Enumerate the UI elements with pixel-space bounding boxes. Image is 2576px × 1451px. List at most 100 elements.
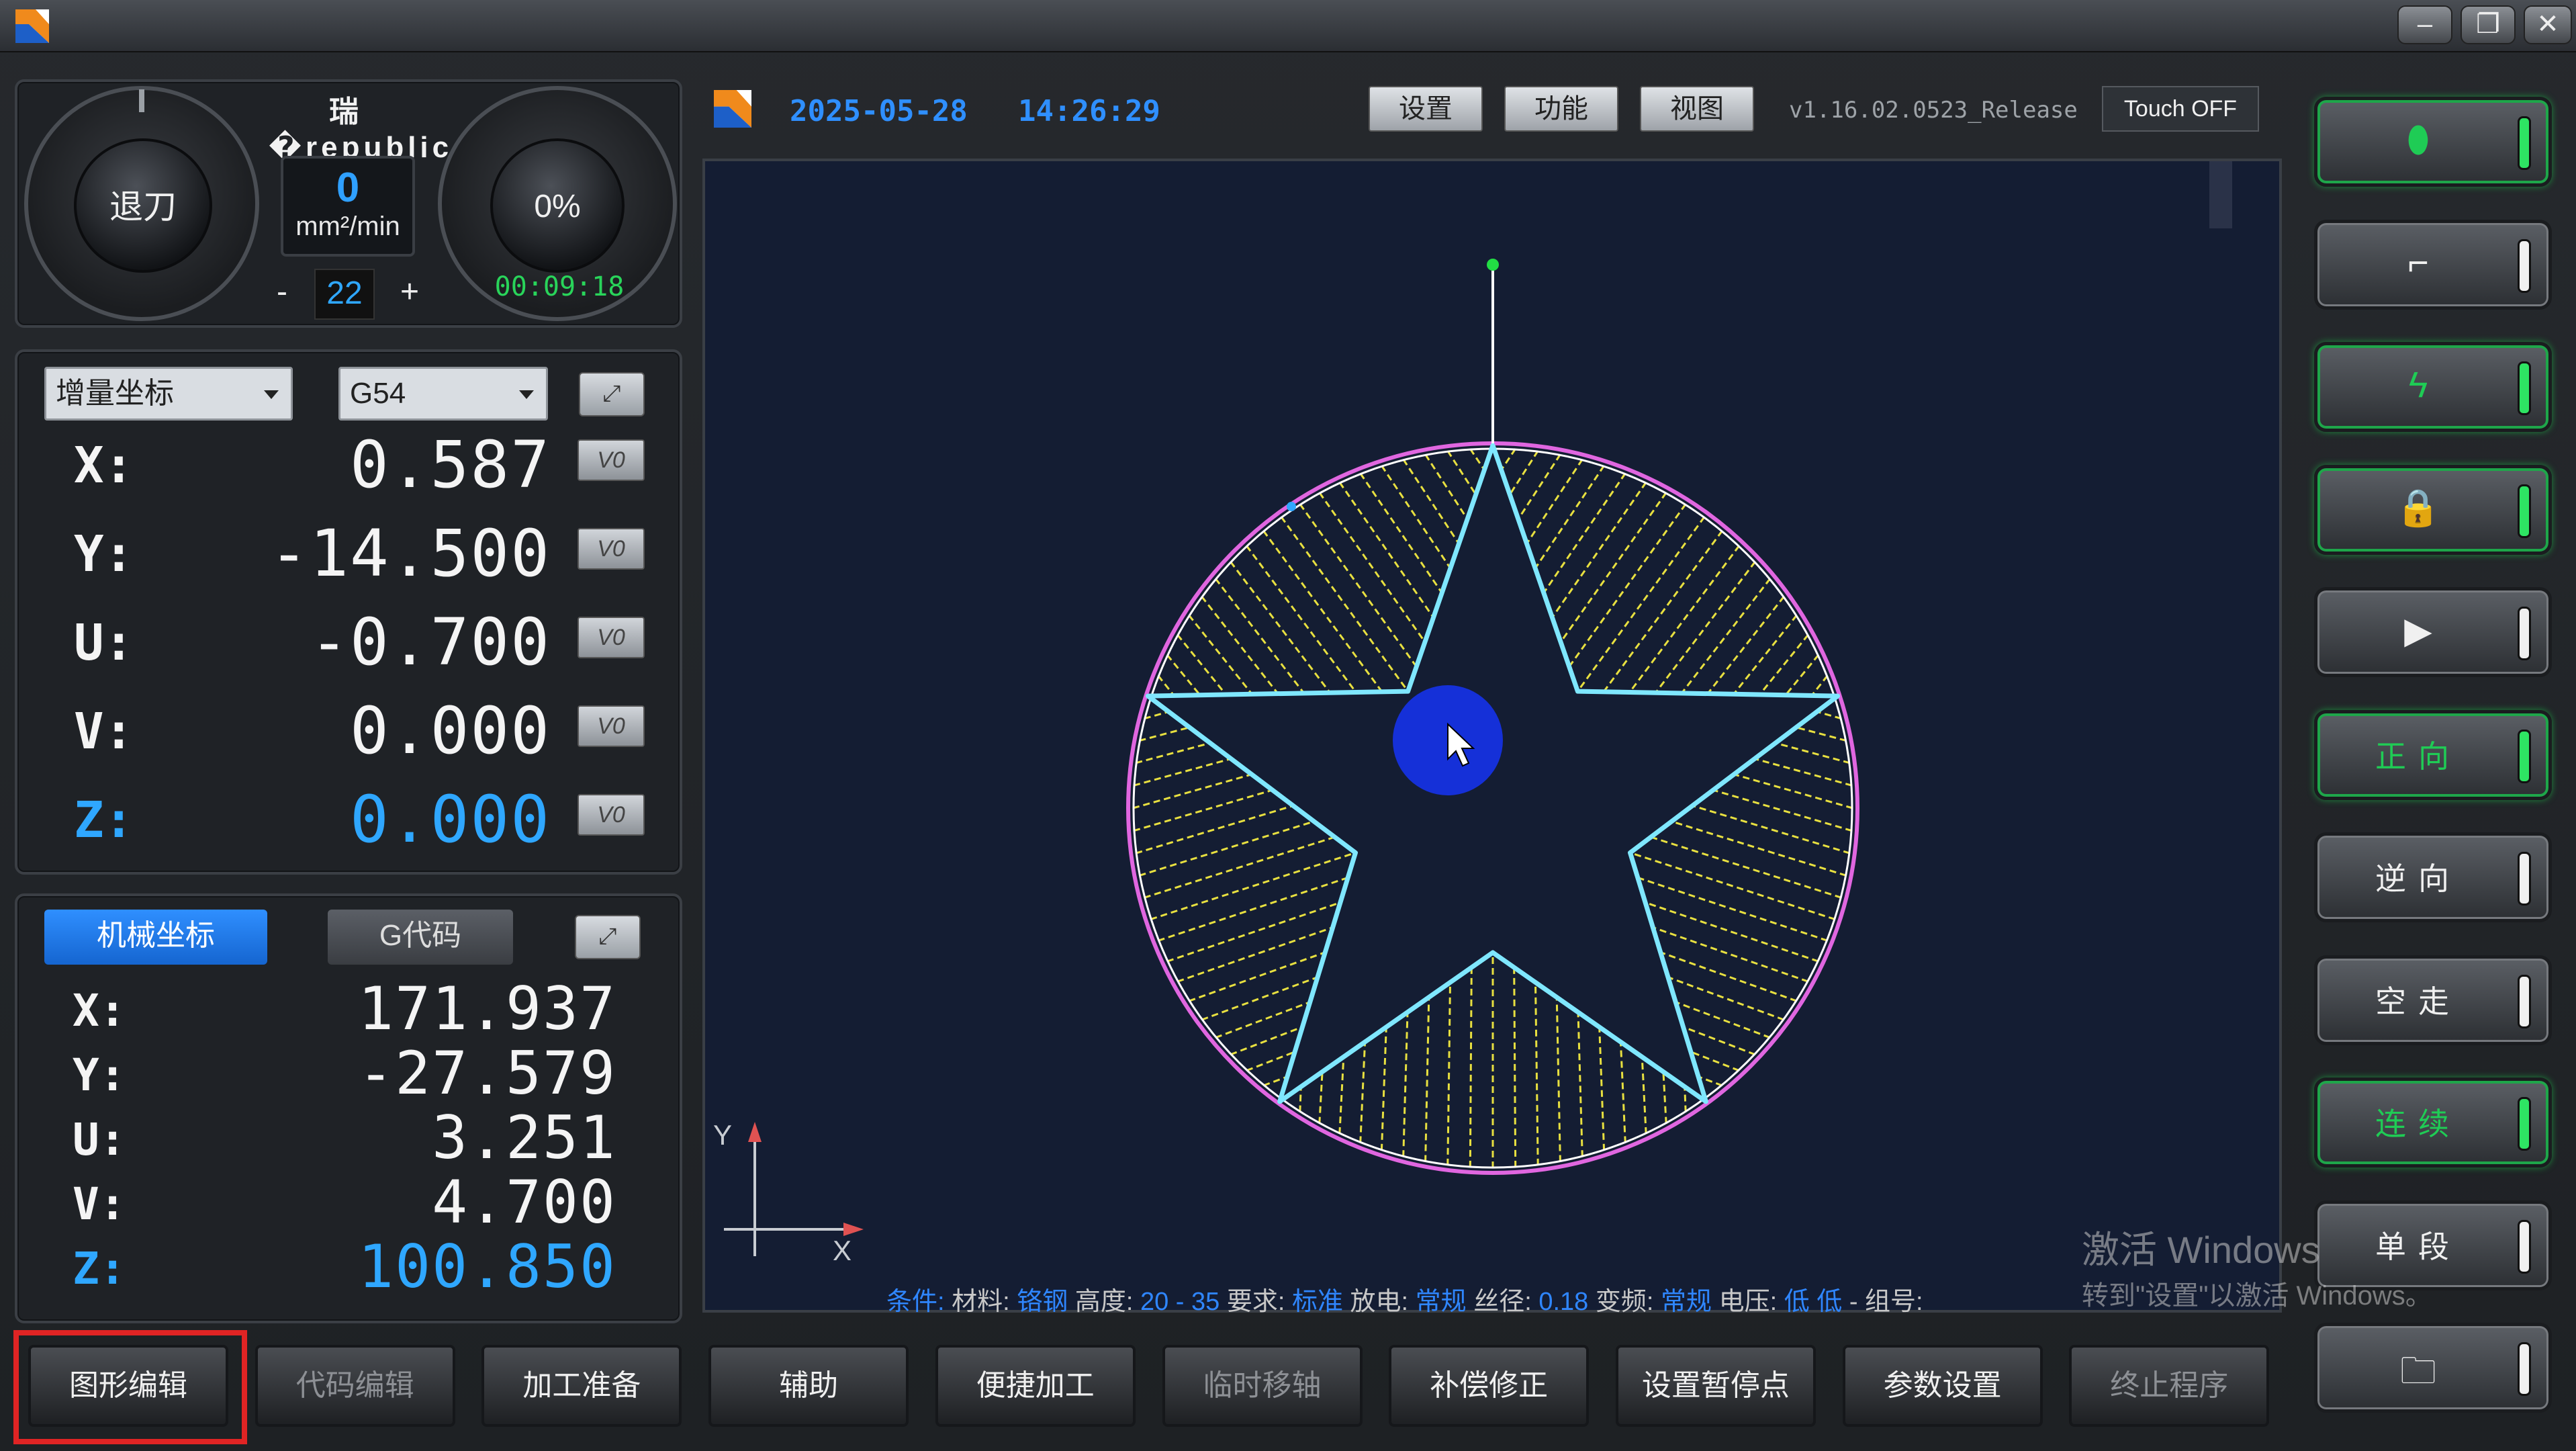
hatch-line	[1775, 742, 1851, 764]
circle-contour	[1126, 441, 1859, 1175]
menu-function-button[interactable]: 功能	[1504, 86, 1618, 132]
mach-axis-label: Y:	[73, 1049, 126, 1101]
step-plus-button[interactable]: +	[389, 269, 430, 320]
hatch-line	[1655, 561, 1756, 694]
side-toggle-button[interactable]: ▶	[2314, 587, 2552, 677]
axis-x-label: X	[833, 1235, 852, 1266]
hatch-line	[1166, 654, 1201, 696]
mach-axis-value: 171.937	[358, 974, 616, 1043]
toolpath-canvas[interactable]	[702, 159, 2282, 1313]
pump-icon: ⬮	[2407, 120, 2430, 160]
hatch-line	[1201, 976, 1318, 1021]
hatch-line	[1671, 820, 1847, 877]
expand-icon[interactable]: ⤢	[575, 915, 641, 959]
zero-axis-button[interactable]: V0	[578, 617, 645, 658]
rel-axis-label: Z:	[74, 791, 134, 849]
minimize-button[interactable]: –	[2397, 5, 2452, 44]
tab-gcode[interactable]: G代码	[328, 910, 513, 965]
hatch-line	[1500, 448, 1516, 471]
touch-toggle-button[interactable]: Touch OFF	[2102, 86, 2259, 132]
side-button-label: 连续	[2375, 1106, 2461, 1141]
mach-axis-value: -27.579	[358, 1039, 616, 1108]
expand-icon[interactable]: ⤢	[579, 372, 645, 416]
hatch-line	[1469, 967, 1473, 1168]
menu-settings-button[interactable]: 设置	[1369, 86, 1483, 132]
bottom-button[interactable]: 终止程序	[2069, 1345, 2270, 1427]
bottom-button[interactable]: 设置暂停点	[1615, 1345, 1816, 1427]
toggle-indicator	[2518, 1219, 2531, 1274]
canvas-scrollbar[interactable]	[2209, 161, 2232, 228]
hatch-line	[1534, 465, 1605, 569]
rel-axis-value: -0.700	[310, 605, 551, 680]
hatch-line	[1245, 545, 1357, 693]
retract-knob[interactable]: 退刀	[74, 138, 212, 273]
elapsed-timer: 00:09:18	[494, 271, 625, 302]
side-toggle-button[interactable]: ⬮	[2314, 97, 2552, 187]
side-toggle-button[interactable]: 逆向	[2314, 832, 2552, 922]
side-toggle-button[interactable]: 正向	[2314, 709, 2552, 800]
hatch-line	[1784, 654, 1820, 696]
bottom-button[interactable]: 参数设置	[1842, 1345, 2043, 1427]
side-toggle-button[interactable]: 空走	[2314, 955, 2552, 1045]
side-toggle-button[interactable]: 连续	[2314, 1078, 2552, 1168]
bottom-button[interactable]: 补偿修正	[1389, 1345, 1590, 1427]
hatch-line	[1628, 545, 1741, 693]
zero-axis-button[interactable]: V0	[578, 705, 645, 747]
rel-axis-label: U:	[74, 614, 134, 672]
step-minus-button[interactable]: -	[262, 269, 302, 320]
chevron-down-icon	[264, 390, 279, 399]
hatch-line	[1359, 1042, 1367, 1143]
bottom-button[interactable]: 便捷加工	[935, 1345, 1136, 1427]
zero-axis-button[interactable]: V0	[578, 794, 645, 836]
coord-mode-select[interactable]: 增量坐标	[44, 367, 293, 421]
side-button-label: 逆向	[2375, 861, 2461, 896]
hatch-line	[1526, 458, 1583, 545]
hatch-line	[1424, 997, 1430, 1162]
hatch-line	[1359, 472, 1443, 594]
zero-axis-button[interactable]: V0	[578, 528, 645, 570]
hatch-line	[1692, 804, 1851, 854]
side-toggle-button[interactable]: 🗀	[2314, 1323, 2552, 1413]
close-button[interactable]: ✕	[2524, 5, 2572, 44]
toggle-indicator	[2518, 852, 2531, 906]
time-display: 14:26:29	[1018, 94, 1160, 128]
app-logo-icon	[714, 90, 751, 128]
mach-axis-label: U:	[73, 1114, 126, 1166]
hatch-line	[1662, 1071, 1667, 1124]
hatch-line	[1135, 804, 1294, 854]
side-toggle-button[interactable]: ⌐	[2314, 219, 2552, 310]
bottom-button[interactable]: 代码编辑	[255, 1345, 455, 1427]
bottom-button[interactable]: 加工准备	[481, 1345, 682, 1427]
hatch-line	[1188, 951, 1326, 1002]
hatch-line	[1513, 967, 1517, 1168]
hatch-line	[1559, 492, 1667, 643]
bottom-button[interactable]: 辅助	[708, 1345, 909, 1427]
rel-axis-value: -14.500	[269, 516, 551, 591]
menu-view-button[interactable]: 视图	[1640, 86, 1754, 132]
zero-axis-button[interactable]: V0	[578, 439, 645, 481]
activation-watermark-hint: 转到"设置"以激活 Windows。	[2082, 1281, 2432, 1311]
side-toggle-button[interactable]: 🔒	[2314, 464, 2552, 555]
override-knob[interactable]: 0%	[490, 138, 625, 273]
hatch-line	[1338, 1057, 1345, 1135]
bottom-button[interactable]: 临时移轴	[1162, 1345, 1363, 1427]
hatch-line	[1446, 982, 1451, 1166]
step-value[interactable]: 22	[314, 269, 375, 320]
speed-unit: mm²/min	[295, 212, 400, 241]
hatch-line	[1645, 902, 1819, 963]
mach-axis-label: V:	[73, 1178, 126, 1230]
hatch-line	[1132, 773, 1252, 809]
hatch-line	[1534, 982, 1539, 1166]
hatch-line	[1402, 458, 1460, 545]
rel-axis-label: X:	[74, 437, 134, 494]
side-toggle-button[interactable]: ϟ	[2314, 342, 2552, 432]
restore-button[interactable]: ❐	[2460, 5, 2516, 44]
hatch-line	[1188, 614, 1253, 695]
hatch-line	[1230, 1026, 1303, 1056]
wcs-select[interactable]: G54	[338, 367, 548, 421]
tab-machine-coords[interactable]: 机械坐标	[44, 910, 267, 965]
hatch-line	[1177, 926, 1334, 983]
hatch-line	[1509, 450, 1539, 496]
hatch-line	[1215, 1001, 1311, 1039]
hatch-line	[1543, 472, 1626, 594]
